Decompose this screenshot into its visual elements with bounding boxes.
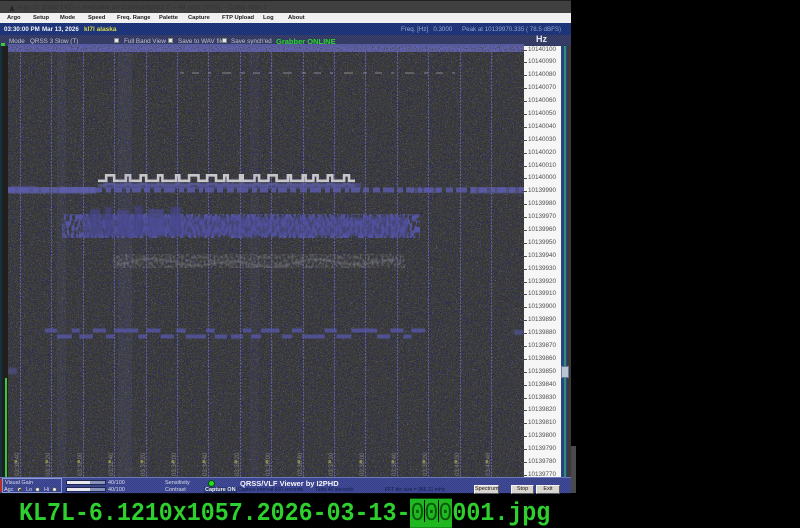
svg-text:03:40:00: 03:40:00 [455,452,461,476]
svg-text:03:36:40: 03:36:40 [298,452,304,476]
svg-text:03:40:40: 03:40:40 [486,452,492,476]
svg-text:03:36:00: 03:36:00 [266,452,272,476]
svg-text:03:31:20: 03:31:20 [46,452,52,476]
svg-text:03:30:40: 03:30:40 [15,452,21,476]
svg-text:03:34:00: 03:34:00 [172,452,178,476]
svg-text:03:32:00: 03:32:00 [78,452,84,476]
svg-text:03:38:40: 03:38:40 [392,452,398,476]
svg-text:03:34:40: 03:34:40 [203,452,209,476]
svg-text:03:32:40: 03:32:40 [109,452,115,476]
svg-text:03:33:20: 03:33:20 [141,452,147,476]
svg-text:03:38:00: 03:38:00 [360,452,366,476]
svg-text:03:39:20: 03:39:20 [423,452,429,476]
svg-text:03:37:20: 03:37:20 [329,452,335,476]
svg-text:03:35:20: 03:35:20 [235,452,241,476]
